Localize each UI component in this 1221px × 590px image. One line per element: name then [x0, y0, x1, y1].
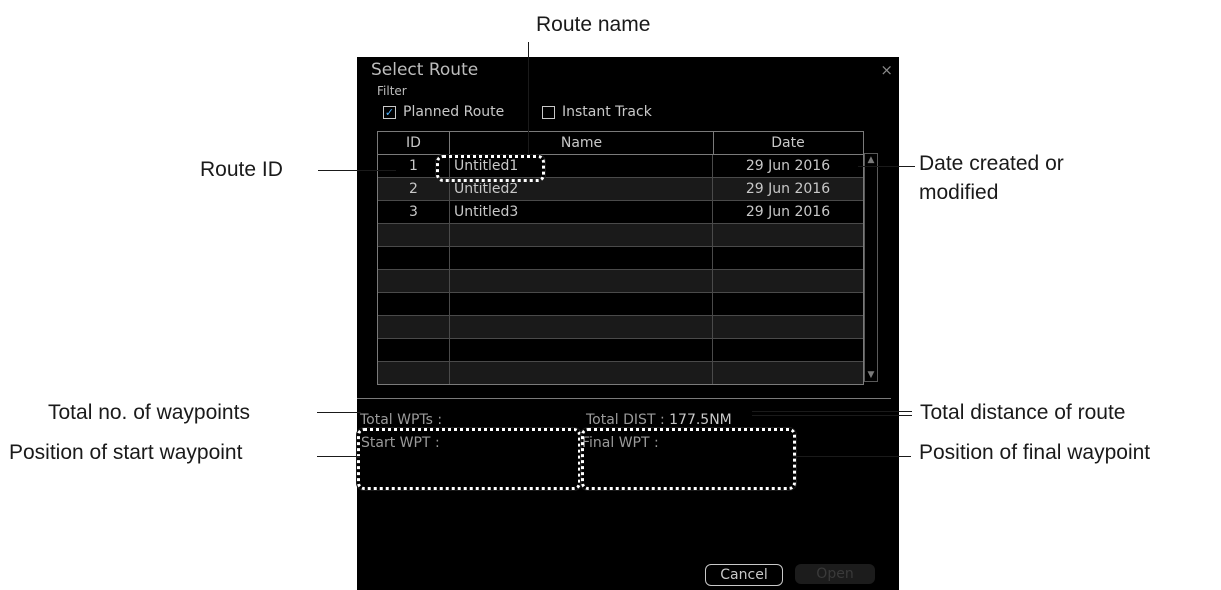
- callout-date-2: modified: [919, 181, 999, 204]
- table-row[interactable]: [378, 362, 863, 384]
- leader-total-dist-2: [752, 415, 912, 416]
- total-dist-label: Total DIST :: [586, 412, 665, 428]
- total-wpts: Total WPTs :: [360, 412, 442, 428]
- dialog-title: Select Route: [371, 60, 479, 80]
- instant-track-label: Instant Track: [562, 104, 652, 120]
- close-icon[interactable]: ×: [880, 61, 893, 79]
- table-row[interactable]: [378, 339, 863, 362]
- final-wpt-highlight: [580, 427, 797, 491]
- callout-route-name: Route name: [536, 13, 651, 36]
- route-id-cell: 3: [378, 201, 450, 223]
- leader-date: [858, 166, 915, 167]
- planned-route-label: Planned Route: [403, 104, 505, 120]
- scroll-up-icon[interactable]: ▲: [866, 155, 876, 165]
- table-row[interactable]: [378, 293, 863, 316]
- leader-final-wpt: [793, 456, 911, 457]
- checkbox-checked-icon[interactable]: ✓: [383, 105, 396, 119]
- filter-instant-track[interactable]: Instant Track: [542, 104, 652, 120]
- table-scrollbar[interactable]: ▲ ▼: [864, 153, 878, 382]
- route-date-cell: 29 Jun 2016: [745, 158, 831, 174]
- filter-label: Filter: [377, 84, 407, 98]
- table-row[interactable]: [378, 247, 863, 270]
- callout-total-wpts: Total no. of waypoints: [48, 401, 250, 424]
- route-name-cell: Untitled3: [450, 201, 713, 223]
- leader-total-wpts: [317, 412, 361, 413]
- table-row[interactable]: [378, 316, 863, 339]
- total-wpts-label: Total WPTs :: [360, 412, 443, 428]
- callout-start-wpt: Position of start waypoint: [9, 441, 243, 464]
- filter-planned-route[interactable]: ✓ Planned Route: [383, 104, 504, 120]
- column-header-date[interactable]: Date: [714, 132, 862, 154]
- select-route-dialog: Select Route × Filter ✓ Planned Route In…: [357, 57, 899, 590]
- callout-total-dist: Total distance of route: [920, 401, 1126, 424]
- total-dist: Total DIST : 177.5NM: [586, 412, 732, 428]
- route-date-cell: 29 Jun 2016: [745, 204, 831, 220]
- leader-total-dist: [752, 411, 912, 412]
- column-header-name[interactable]: Name: [450, 132, 714, 154]
- divider: [357, 398, 891, 399]
- total-dist-value: 177.5NM: [669, 412, 732, 428]
- table-row[interactable]: [378, 270, 863, 293]
- callout-final-wpt: Position of final waypoint: [919, 441, 1151, 464]
- checkbox-unchecked-icon[interactable]: [542, 105, 555, 119]
- route-date-cell: 29 Jun 2016: [745, 181, 831, 197]
- leader-start-wpt: [317, 456, 360, 457]
- open-button[interactable]: Open: [795, 564, 875, 584]
- route-name-highlight: [435, 154, 546, 183]
- column-header-id[interactable]: ID: [378, 132, 450, 154]
- callout-route-id: Route ID: [200, 158, 283, 181]
- scroll-down-icon[interactable]: ▼: [866, 370, 876, 380]
- leader-route-name: [528, 42, 529, 155]
- cancel-button[interactable]: Cancel: [705, 564, 783, 586]
- table-header: ID Name Date: [378, 132, 863, 155]
- callout-date: Date created or: [919, 152, 1064, 175]
- start-wpt-highlight: [356, 427, 582, 491]
- table-row[interactable]: [378, 224, 863, 247]
- table-row[interactable]: 3 Untitled3 29 Jun 2016: [378, 201, 863, 224]
- leader-route-id: [318, 170, 396, 171]
